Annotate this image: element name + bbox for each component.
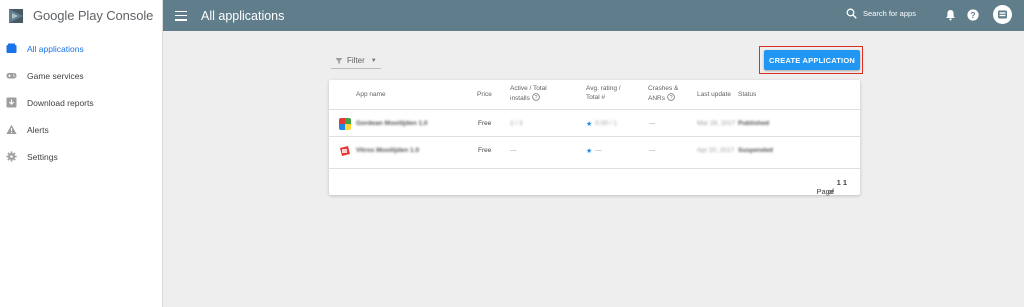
last-update-cell: Mar 28, 2017 [697, 120, 736, 127]
app-name: Vitros Mooilijden 1.0 [356, 147, 420, 154]
search-button[interactable]: Search for apps [846, 8, 916, 19]
star-icon: ★ [586, 120, 593, 128]
column-header-installs[interactable]: Active / Total installs ? [510, 84, 547, 103]
column-header-crashes[interactable]: Crashes & ANRs ? [648, 84, 678, 103]
price-cell: Free [478, 147, 492, 154]
table-row[interactable]: Vitros Mooilijden 1.0 Free — ★ — — Apr 2… [329, 136, 860, 163]
play-console-logo-icon [9, 8, 23, 23]
sidebar-item-all-applications[interactable]: All applications [0, 35, 162, 62]
svg-text:?: ? [970, 10, 975, 20]
table-row[interactable]: Gordean Mooilijden 1.0 Free 2 / 3 ★ 0.00… [329, 109, 860, 136]
top-app-bar: All applications Search for apps ? [163, 0, 1024, 31]
price-cell: Free [478, 120, 492, 127]
gamepad-icon [6, 70, 17, 81]
app-name-cell: Gordean Mooilijden 1.0 [339, 110, 428, 137]
gear-icon [6, 151, 17, 162]
caret-down-icon: ▼ [370, 57, 377, 64]
app-icon [339, 117, 351, 130]
sidebar-nav: All applications Game services Download … [0, 35, 162, 170]
sidebar-item-label: Alerts [27, 124, 49, 135]
brand[interactable]: Google Play Console [0, 0, 162, 31]
column-header-rating[interactable]: Avg. rating / Total # [586, 84, 621, 102]
crashes-cell: — [649, 147, 656, 154]
sidebar-item-settings[interactable]: Settings [0, 143, 162, 170]
app-name: Gordean Mooilijden 1.0 [356, 120, 428, 127]
help-circle-icon[interactable]: ? [531, 93, 540, 101]
sidebar-item-alerts[interactable]: Alerts [0, 116, 162, 143]
search-icon [846, 8, 857, 19]
warning-icon [6, 124, 17, 135]
svg-text:?: ? [534, 95, 537, 101]
crashes-cell: — [649, 120, 656, 127]
status-cell: Published [738, 120, 770, 127]
column-header-app-name[interactable]: App name [356, 90, 386, 99]
brand-name: Google Play Console [33, 8, 154, 23]
rating-cell: ★ 0.00 / 1 [586, 120, 617, 128]
pagination: Page 1 of 1 [329, 168, 860, 196]
column-header-last-update[interactable]: Last update [697, 90, 731, 99]
app-icon [340, 145, 350, 156]
filter-icon [335, 57, 343, 64]
column-header-status[interactable]: Status [738, 90, 756, 99]
applications-table: App name Price Active / Total installs ?… [329, 80, 860, 196]
page-title: All applications [201, 8, 285, 23]
download-icon [6, 97, 17, 108]
column-header-price[interactable]: Price [477, 90, 492, 99]
account-avatar[interactable] [993, 5, 1012, 24]
page-indicator: Page 1 of 1 [816, 178, 847, 196]
app-name-cell: Vitros Mooilijden 1.0 [339, 137, 419, 164]
sidebar-item-label: Download reports [27, 97, 94, 108]
filter-label: Filter [347, 56, 365, 65]
last-update-cell: Apr 20, 2017 [697, 147, 735, 154]
sidebar-item-download-reports[interactable]: Download reports [0, 89, 162, 116]
svg-text:?: ? [669, 95, 672, 101]
menu-icon[interactable] [175, 10, 187, 21]
apps-icon [6, 43, 17, 54]
create-application-button[interactable]: CREATE APPLICATION [764, 50, 860, 70]
help-circle-icon[interactable]: ? [666, 93, 675, 101]
sidebar-item-label: All applications [27, 43, 84, 54]
table-header: App name Price Active / Total installs ?… [329, 80, 860, 109]
rating-cell: ★ — [586, 147, 602, 155]
search-label: Search for apps [863, 9, 916, 18]
sidebar-item-game-services[interactable]: Game services [0, 62, 162, 89]
bell-icon[interactable] [943, 8, 957, 22]
star-icon: ★ [586, 147, 593, 155]
installs-cell: — [510, 147, 517, 154]
sidebar: Google Play Console All applications Gam… [0, 0, 163, 307]
sidebar-item-label: Settings [27, 151, 58, 162]
filter-dropdown[interactable]: Filter ▼ [331, 53, 381, 69]
status-cell: Suspended [738, 147, 774, 154]
account-icon [998, 10, 1007, 19]
help-icon[interactable]: ? [966, 8, 980, 22]
sidebar-item-label: Game services [27, 70, 84, 81]
installs-cell: 2 / 3 [510, 120, 523, 127]
